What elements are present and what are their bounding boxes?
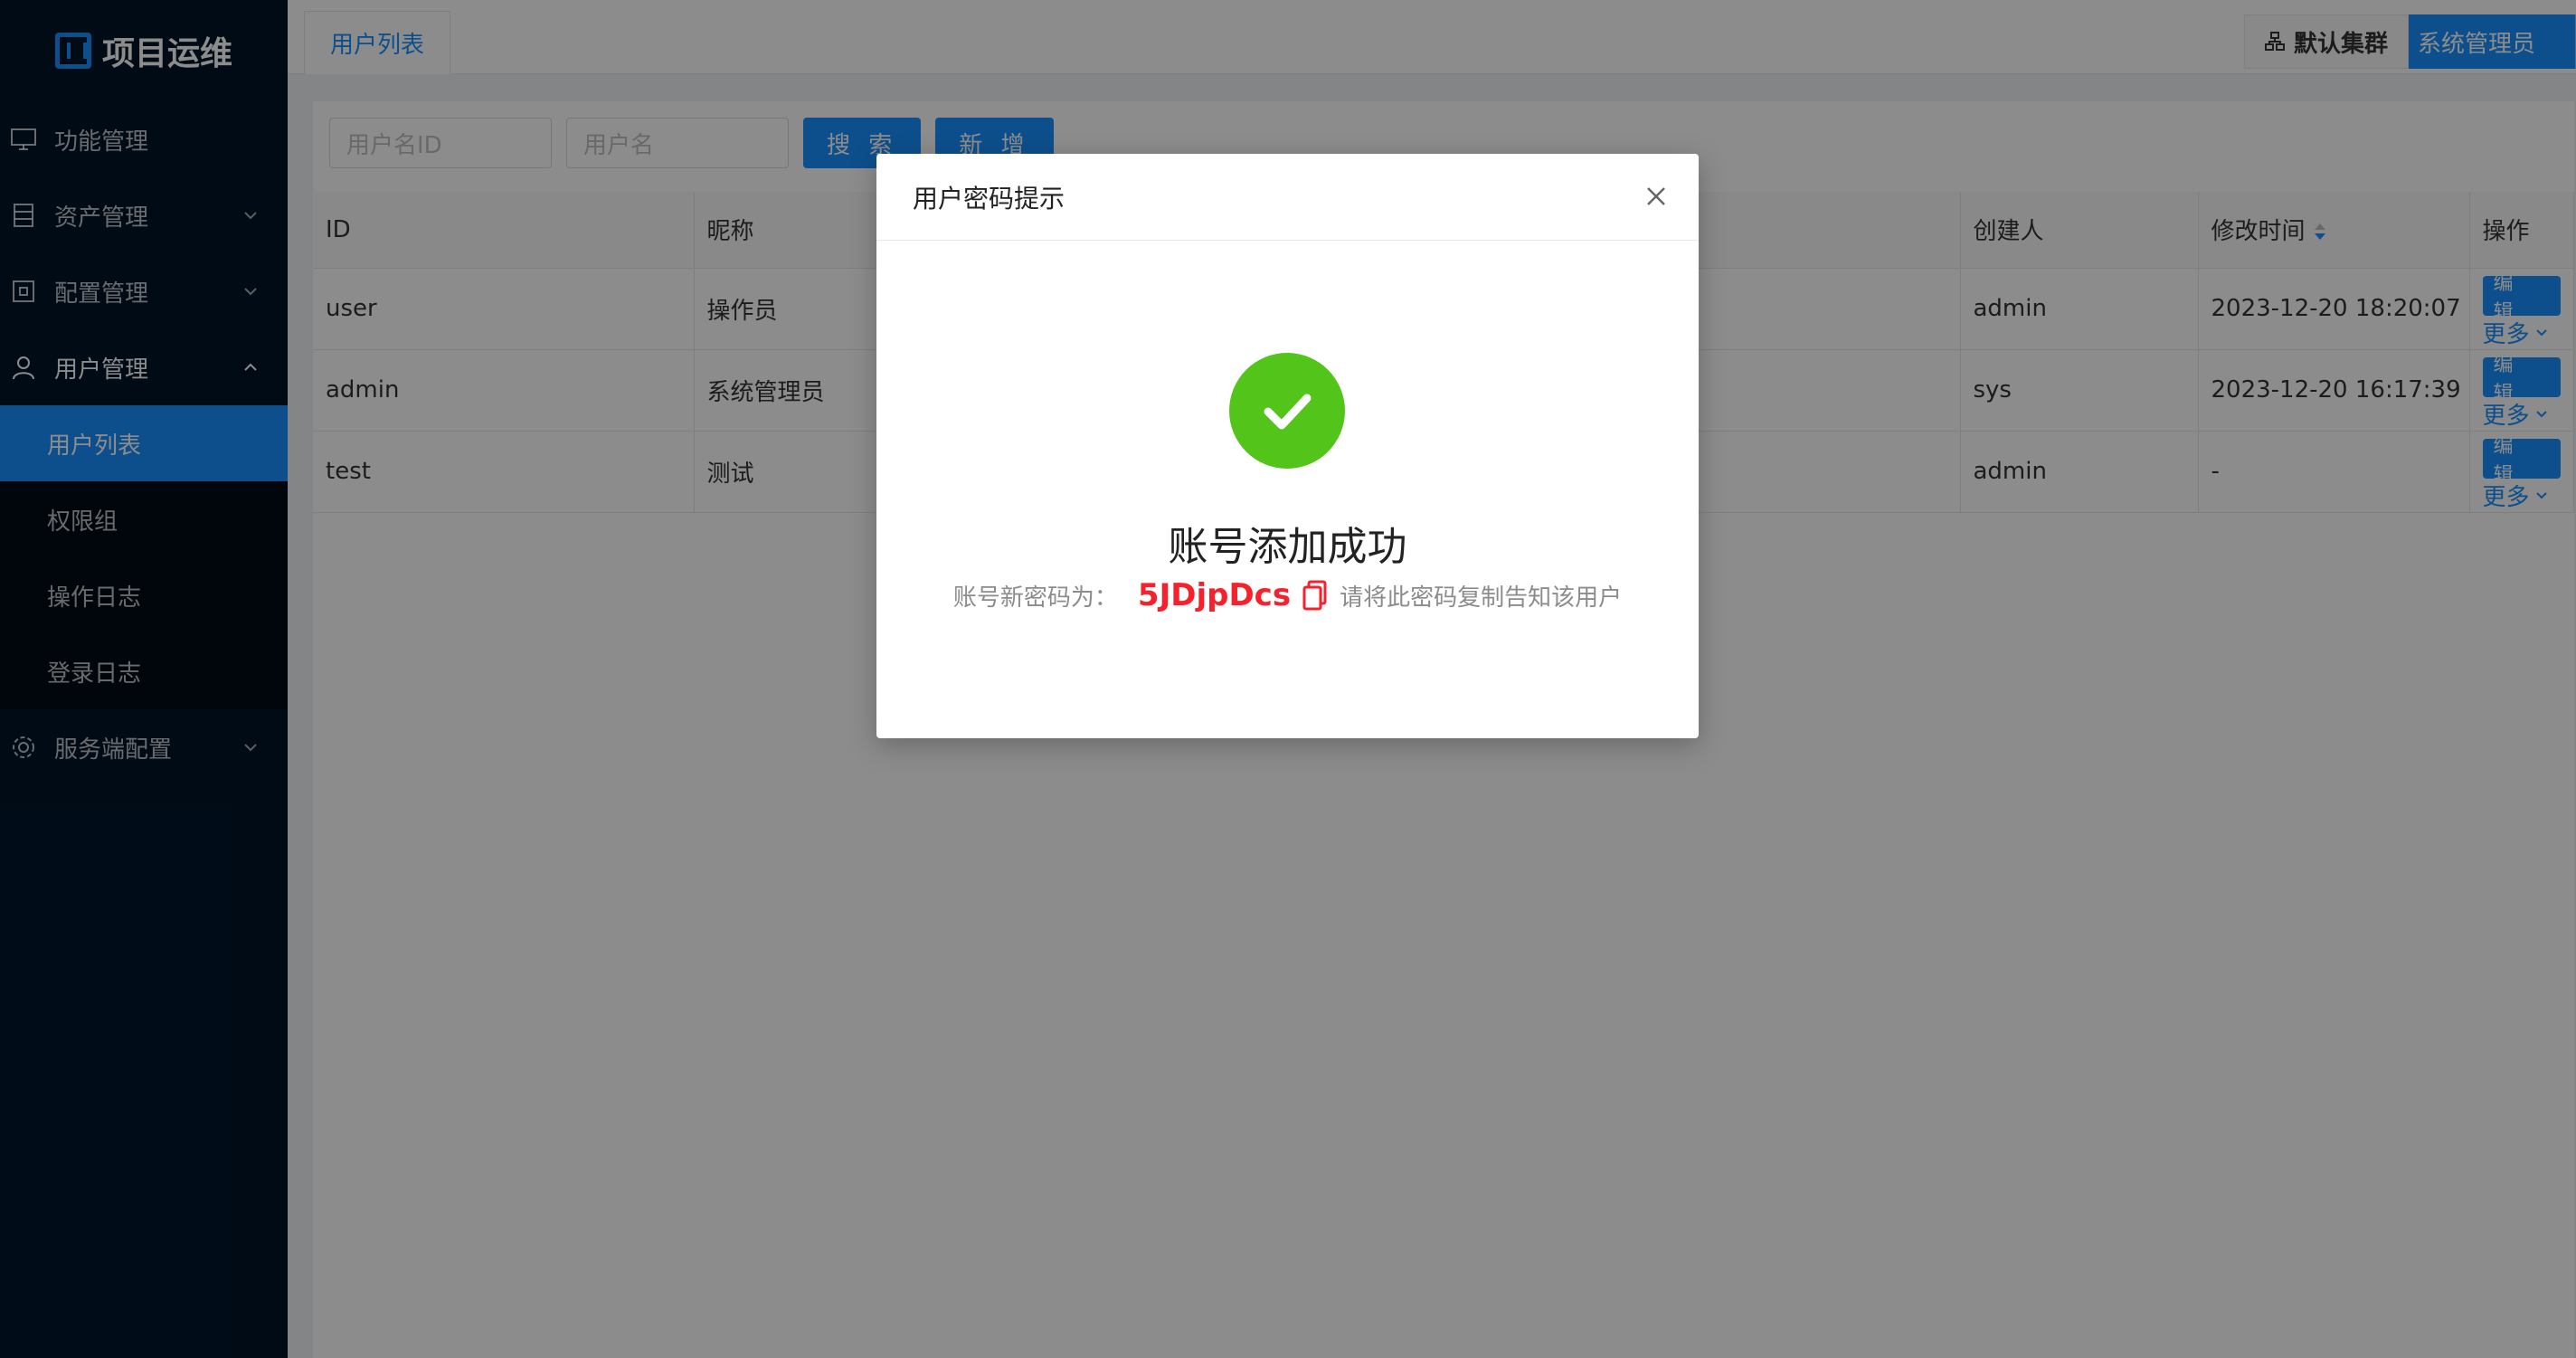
password-suffix: 请将此密码复制告知该用户 <box>1340 584 1623 612</box>
success-check-icon <box>1229 353 1345 469</box>
app-root: 项目运维 功能管理 资产管理 配置管理 用户管理 用户列表 权限组 操作日志 登… <box>0 0 2576 1358</box>
success-title: 账号添加成功 <box>1168 524 1407 570</box>
copy-icon[interactable] <box>1302 580 1329 611</box>
password-modal: 用户密码提示 账号添加成功 账号新密码为： 5JDjpDcs 请将此密码复制告知… <box>876 154 1699 738</box>
new-password: 5JDjpDcs <box>1137 577 1292 613</box>
close-icon[interactable] <box>1641 181 1672 212</box>
password-line: 账号新密码为： 5JDjpDcs 请将此密码复制告知该用户 <box>876 577 1699 613</box>
password-prefix: 账号新密码为： <box>952 584 1118 612</box>
modal-title: 用户密码提示 <box>913 183 1065 214</box>
modal-header: 用户密码提示 <box>876 154 1699 241</box>
